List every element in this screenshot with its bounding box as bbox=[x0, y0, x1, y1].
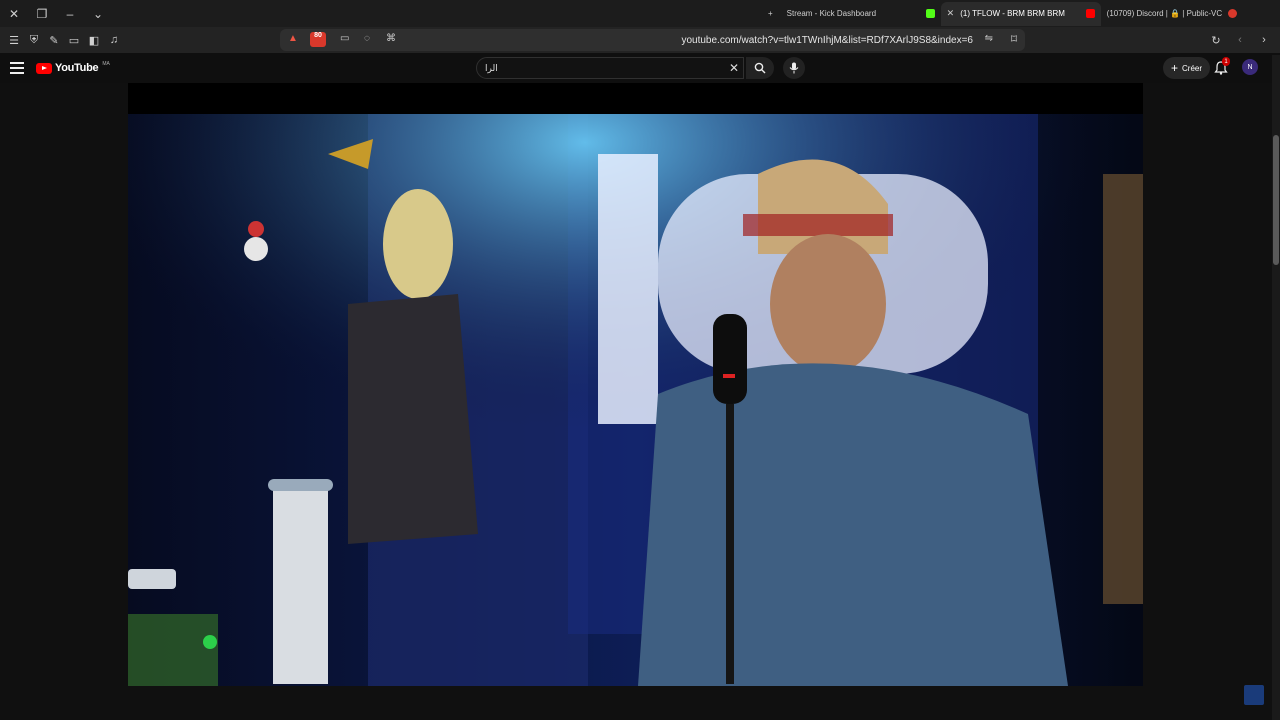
notification-count: 1 bbox=[1222, 57, 1230, 66]
kick-icon bbox=[925, 9, 935, 18]
youtube-masthead: YouTube MA الرا ✕ + Créer 1 N bbox=[0, 53, 1280, 83]
youtube-logo-text: YouTube bbox=[55, 62, 99, 74]
browser-toolbar: ☰ ⛨ ✎ ▭ ◧ ♫ ▲ 80 ▭ ◌ ⌘ youtube.com/watch… bbox=[0, 27, 1280, 53]
close-tab-icon[interactable]: ✕ bbox=[947, 8, 955, 19]
channel-watermark-icon[interactable] bbox=[1244, 685, 1264, 705]
create-label: Créer bbox=[1182, 63, 1203, 73]
mic-icon bbox=[789, 62, 799, 74]
clear-search-icon[interactable]: ✕ bbox=[729, 61, 739, 75]
youtube-logo[interactable]: YouTube MA bbox=[36, 61, 110, 74]
scrollbar-thumb[interactable] bbox=[1273, 135, 1279, 265]
site-settings-icon[interactable]: ⇋ bbox=[985, 33, 993, 44]
title-bar: ✕ ❐ – ⌄ + Stream - Kick Dashboard ✕ (1) … bbox=[0, 0, 1280, 27]
video-scene bbox=[128, 114, 1143, 686]
minimize-icon[interactable]: – bbox=[56, 0, 84, 27]
brave-shield-icon[interactable]: 80 bbox=[310, 32, 326, 47]
tab-youtube[interactable]: ✕ (1) TFLOW - BRM BRM BRM bbox=[940, 1, 1101, 26]
tab-label: Stream - Kick Dashboard bbox=[786, 9, 877, 18]
pin-icon[interactable]: ✎ bbox=[44, 30, 64, 50]
menu-icon[interactable]: ☰ bbox=[4, 30, 24, 50]
tab-strip: + Stream - Kick Dashboard ✕ (1) TFLOW - … bbox=[760, 0, 1251, 27]
country-code: MA bbox=[102, 61, 110, 67]
forward-icon[interactable]: › bbox=[1254, 30, 1274, 50]
translate-icon[interactable]: ⌘ bbox=[386, 33, 396, 44]
guide-menu-icon[interactable] bbox=[10, 62, 24, 74]
video-frame[interactable] bbox=[128, 114, 1143, 686]
video-player[interactable] bbox=[128, 83, 1143, 686]
tabs-icon[interactable]: ▭ bbox=[64, 30, 84, 50]
tab-label: (10709) Discord | 🔒 | Public-VC bbox=[1106, 9, 1223, 18]
tab-discord[interactable]: (10709) Discord | 🔒 | Public-VC bbox=[1101, 2, 1251, 26]
avatar[interactable]: N bbox=[1242, 59, 1258, 75]
warning-icon: ▲ bbox=[288, 33, 298, 44]
page-scrollbar[interactable] bbox=[1272, 55, 1280, 720]
search-input[interactable]: الرا bbox=[485, 63, 498, 74]
bookmark-icon[interactable]: ⌑ bbox=[1011, 32, 1017, 46]
search-box[interactable]: الرا ✕ bbox=[476, 57, 744, 79]
plus-icon: + bbox=[1171, 61, 1179, 75]
tab-label: (1) TFLOW - BRM BRM BRM bbox=[960, 9, 1065, 18]
screen-icon[interactable]: ▭ bbox=[340, 33, 349, 44]
chevron-down-icon[interactable]: ⌄ bbox=[84, 0, 112, 27]
back-icon[interactable]: ‹ bbox=[1230, 30, 1250, 50]
shield-badge: 80 bbox=[314, 32, 322, 39]
music-icon[interactable]: ♫ bbox=[104, 30, 124, 50]
address-bar[interactable]: ▲ 80 ▭ ◌ ⌘ youtube.com/watch?v=tlw1TWnIh… bbox=[280, 29, 1025, 51]
search-icon bbox=[754, 62, 766, 74]
create-button[interactable]: + Créer bbox=[1163, 57, 1211, 79]
voice-search-button[interactable] bbox=[783, 57, 805, 79]
url-text: youtube.com/watch?v=tlw1TWnIhjM&list=RDf… bbox=[681, 34, 973, 46]
close-icon[interactable]: ✕ bbox=[0, 0, 28, 27]
search-button[interactable] bbox=[746, 57, 774, 79]
discord-icon bbox=[1228, 9, 1238, 18]
youtube-icon bbox=[1085, 9, 1095, 18]
nav-controls: ↻ ‹ › bbox=[1206, 30, 1274, 50]
youtube-play-icon bbox=[36, 62, 52, 74]
tab-kick-dashboard[interactable]: Stream - Kick Dashboard bbox=[781, 2, 941, 26]
restore-icon[interactable]: ❐ bbox=[28, 0, 56, 27]
reload-icon[interactable]: ↻ bbox=[1206, 30, 1226, 50]
new-tab-button[interactable]: + bbox=[760, 2, 781, 26]
chat-icon[interactable]: ◌ bbox=[364, 33, 370, 44]
shield-icon[interactable]: ⛨ bbox=[24, 30, 44, 50]
sidebar-icon[interactable]: ◧ bbox=[84, 30, 104, 50]
